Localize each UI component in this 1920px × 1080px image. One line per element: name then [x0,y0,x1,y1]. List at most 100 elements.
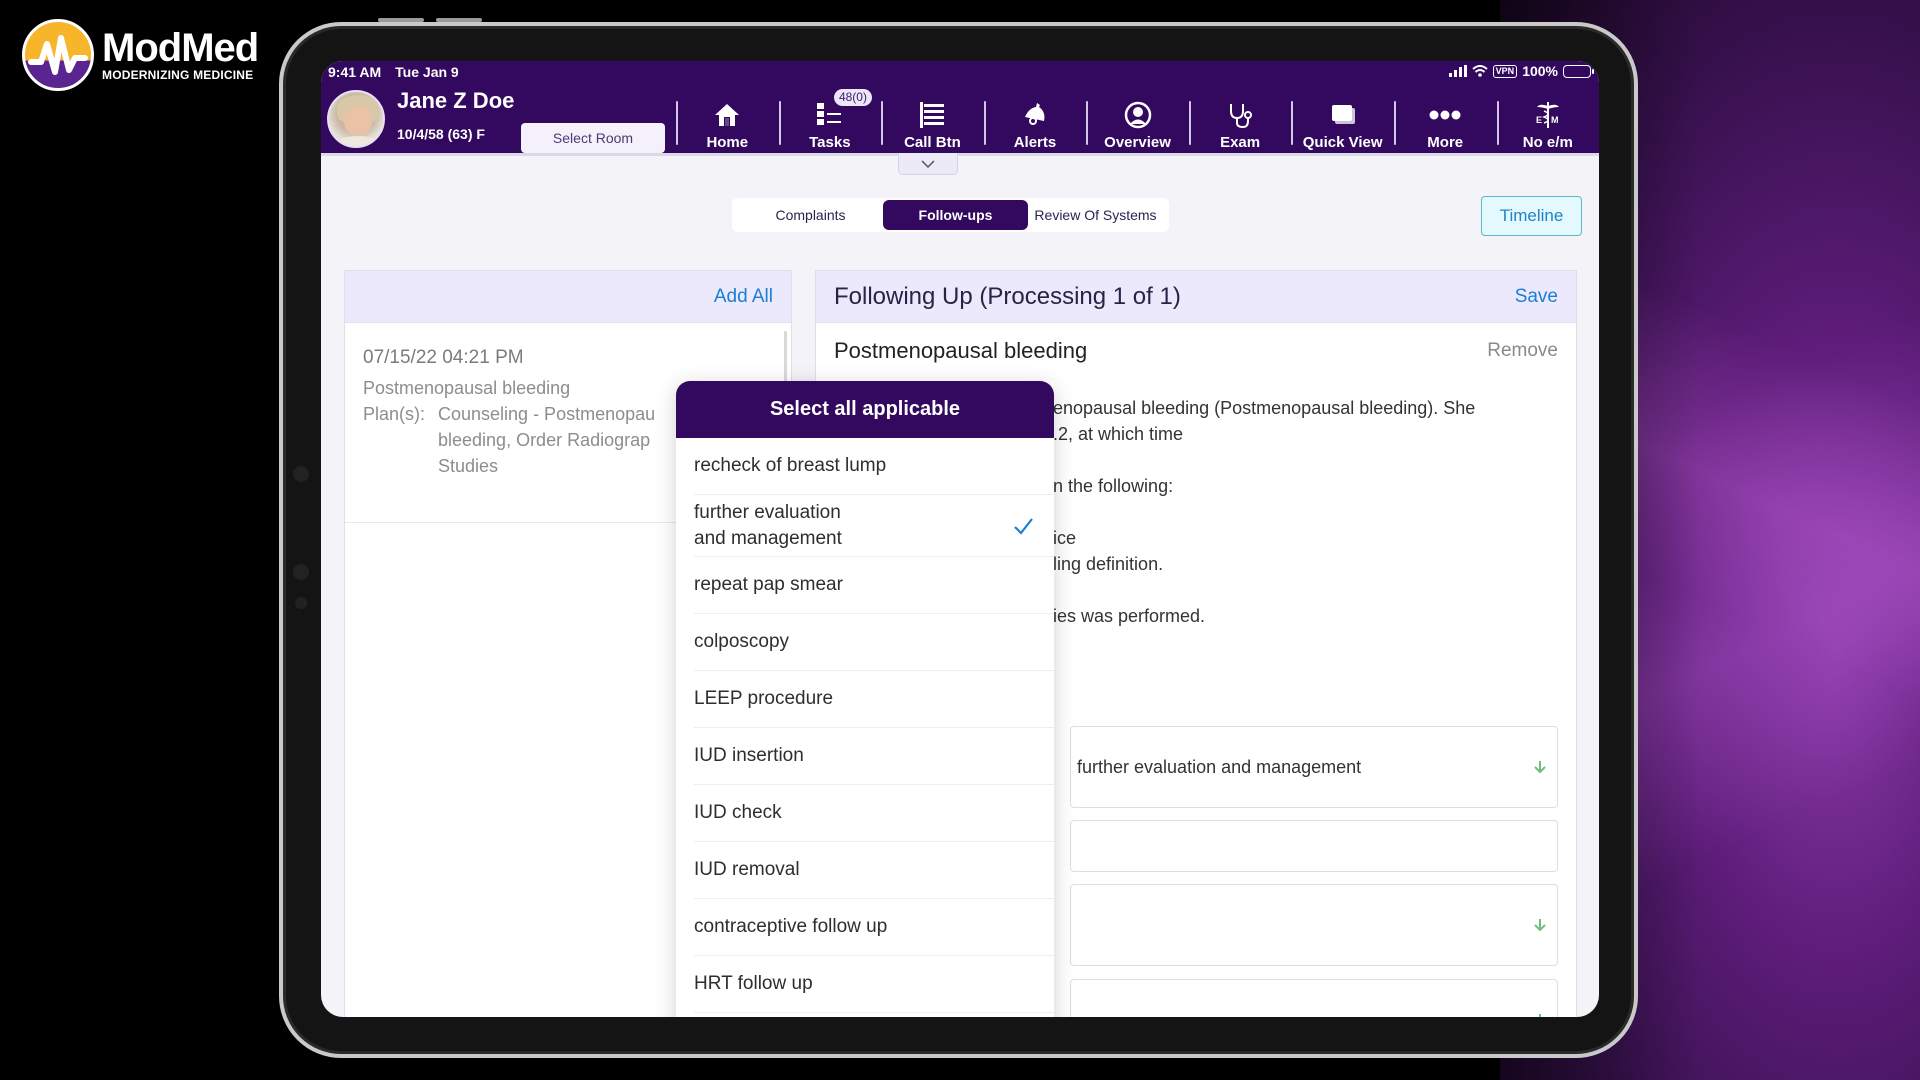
nav-separator [1291,101,1294,145]
quick-view-icon [1329,98,1357,132]
narrative-line: n the following: [1053,476,1174,496]
remove-button[interactable]: Remove [1487,340,1558,362]
select-all-applicable-popup: Select all applicable recheck of breast … [676,381,1054,1017]
option-label: recheck of breast lump [694,455,887,476]
field-value: further evaluation and management [1077,756,1362,777]
patient-dob: 10/4/58 (63) F [397,126,485,142]
condition-title: Postmenopausal bleeding [834,338,1088,363]
svg-text:M: M [1551,115,1559,125]
timeline-button[interactable]: Timeline [1481,196,1582,236]
status-indicators: VPN 100% [1448,63,1594,79]
more-dots-icon [1429,98,1461,132]
logo-heartbeat-icon [22,19,94,91]
stethoscope-icon [1226,98,1254,132]
option-item[interactable]: repeat pap smear [694,557,1054,614]
nav-separator [778,101,781,145]
popup-title: Select all applicable [676,381,1054,438]
option-item[interactable]: IUD insertion [694,728,1054,785]
caduceus-em-icon: EM [1534,98,1562,132]
bell-icon [1021,98,1049,132]
nav-label: More [1427,134,1464,151]
option-item[interactable]: LEEP procedure [694,671,1054,728]
nav-label: No e/m [1522,134,1573,151]
home-icon [714,98,740,132]
plans-text: Studies [438,456,499,476]
condition-row: Postmenopausal bleeding Remove [816,323,1576,379]
option-label: and management [694,527,842,549]
status-time: 9:41 AM [328,64,382,80]
nav-alerts[interactable]: Alerts [983,91,1087,153]
text-field[interactable] [1070,820,1558,872]
select-room-button[interactable]: Select Room [521,123,665,153]
section-tabs: Complaints Follow-ups Review Of Systems [732,198,1169,232]
option-item[interactable]: IUD check [694,785,1054,842]
nav-label: Exam [1220,134,1261,151]
arrow-down-icon [1534,919,1546,932]
follow-up-header: Following Up (Processing 1 of 1) Save [816,271,1576,323]
nav-quick-view[interactable]: Quick View [1291,91,1394,153]
nav-exam[interactable]: Exam [1188,91,1292,153]
camera-dot [295,597,307,609]
option-label: further evaluation [694,501,841,523]
volume-button [378,18,424,22]
tab-complaints[interactable]: Complaints [738,200,883,230]
select-field[interactable] [1070,884,1558,966]
person-circle-icon [1124,98,1152,132]
nav-separator [676,101,678,145]
modmed-logo: ModMed MODERNIZING MEDICINE [22,18,259,92]
plans-text: Counseling - Postmenopau [438,404,656,424]
option-item[interactable]: further evaluation and management [694,495,1054,557]
patient-name[interactable]: Jane Z Doe [397,88,514,114]
vpn-icon: VPN [1492,64,1518,78]
nav-call-btn[interactable]: Call Btn [881,91,984,153]
svg-text:E: E [1536,115,1542,125]
nav-more[interactable]: More [1393,91,1497,153]
arrow-down-icon [1539,1014,1541,1017]
nav-tasks[interactable]: 48(0) Tasks [778,89,882,153]
signal-icon [1448,65,1467,77]
option-label: colposcopy [694,631,790,652]
option-label: HRT follow up [694,973,813,994]
save-button[interactable]: Save [1515,286,1558,308]
battery-icon [1563,64,1594,78]
patient-avatar[interactable] [327,90,385,148]
nav-no-em[interactable]: EM No e/m [1496,91,1600,153]
option-item[interactable]: colposcopy [694,614,1054,671]
select-field[interactable] [1070,979,1558,1017]
nav-label: Tasks [809,134,851,151]
follow-up-title: Following Up (Processing 1 of 1) [834,282,1181,310]
follow-up-select-field[interactable]: further evaluation and management [1070,726,1558,808]
app-header: 9:41 AM Tue Jan 9 VPN 100% Jane Z Doe 10… [321,61,1599,153]
narrative-line: enopausal bleeding (Postmenopausal bleed… [1053,398,1476,418]
narrative-line: ling definition. [1053,554,1164,574]
chevron-down-icon [921,159,935,168]
top-nav: Home 48(0) Tasks Call Btn Alerts Overvie… [676,89,1600,153]
header-divider [321,153,1599,156]
narrative-line: ies was performed. [1053,606,1206,626]
status-bar: 9:41 AM Tue Jan 9 [328,64,459,80]
nav-label: Call Btn [904,134,961,151]
wifi-icon [1472,65,1488,77]
option-label: IUD insertion [694,745,804,766]
option-item[interactable]: IUD removal [694,842,1054,899]
header-expand-toggle[interactable] [898,153,958,175]
option-item[interactable]: recheck of breast lump [694,438,1054,495]
nav-label: Alerts [1013,134,1057,151]
nav-label: Home [706,134,749,151]
option-item[interactable]: contraceptive follow up [694,899,1054,956]
plans-label: Plan(s): [363,404,426,424]
add-all-button[interactable]: Add All [714,286,773,308]
nav-separator [1086,101,1089,145]
tab-review-of-systems[interactable]: Review Of Systems [1028,200,1163,230]
tasks-badge: 48(0) [833,89,872,106]
camera-dot [293,564,309,580]
nav-home[interactable]: Home [676,91,779,153]
nav-overview[interactable]: Overview [1086,91,1189,153]
history-datetime: 07/15/22 04:21 PM [363,347,524,368]
battery-percent: 100% [1522,63,1558,79]
nav-separator [1188,101,1191,145]
tab-follow-ups[interactable]: Follow-ups [882,200,1028,230]
option-item[interactable]: HRT follow up [694,956,1054,1013]
nav-separator [881,101,884,145]
call-button-icon [918,98,946,132]
